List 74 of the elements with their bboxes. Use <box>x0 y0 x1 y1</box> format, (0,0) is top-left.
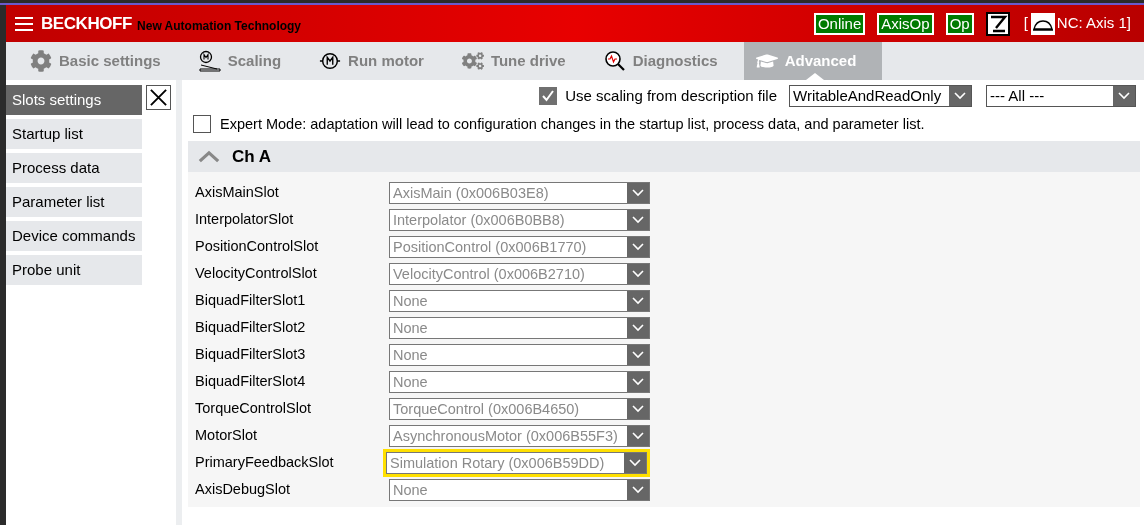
brand-logo: BECKHOFF <box>41 12 133 35</box>
chevron-up-icon[interactable] <box>198 150 220 164</box>
motor-ruler-icon <box>198 50 221 72</box>
tab[interactable]: Tune drive <box>449 42 592 80</box>
slot-label: VelocityControlSlot <box>194 264 318 284</box>
slot-dropdown[interactable]: None <box>389 344 650 367</box>
slot-label: MotorSlot <box>194 426 259 446</box>
chevron-down-icon <box>632 297 644 306</box>
status-indicator: Op <box>945 12 974 35</box>
slot-dropdown[interactable]: Interpolator (0x006B0BB8) <box>389 209 650 232</box>
chevron-down-icon <box>632 405 644 414</box>
slot-dropdown[interactable]: Simulation Rotary (0x006B59DD) <box>386 452 647 475</box>
checkbox[interactable] <box>193 115 211 134</box>
close-button[interactable] <box>146 85 171 110</box>
chevron-down-icon <box>632 324 644 333</box>
tab[interactable]: Advanced <box>743 42 883 80</box>
sidebar-item[interactable]: Startup list <box>6 119 142 149</box>
sidebar-item[interactable]: Device commands <box>6 221 142 251</box>
sidebar-item[interactable]: Parameter list <box>6 187 142 217</box>
status-indicator: Online <box>813 12 866 35</box>
access-dropdown[interactable]: WritableAndReadOnly <box>789 85 972 108</box>
expert-mode-label: Expert Mode: adaptation will lead to configuration changes in the startup list, process data, and parameter list. <box>220 114 925 134</box>
sidebar-item[interactable]: Process data <box>6 153 142 183</box>
tab[interactable]: Run motor <box>307 42 450 80</box>
bracket-text: [ <box>1023 13 1028 34</box>
chevron-down-icon <box>629 459 641 468</box>
chevron-down-icon <box>1118 92 1130 101</box>
slot-label: BiquadFilterSlot4 <box>194 372 307 392</box>
section-header[interactable]: Ch A <box>188 141 1140 173</box>
slot-label: PositionControlSlot <box>194 237 320 257</box>
magnifier-icon <box>603 50 626 72</box>
slot-dropdown[interactable]: VelocityControl (0x006B2710) <box>389 263 650 286</box>
slot-dropdown[interactable]: TorqueControl (0x006B4650) <box>389 398 650 421</box>
brand-tagline: New Automation Technology <box>137 17 302 35</box>
chevron-down-icon <box>632 351 644 360</box>
menu-icon[interactable] <box>15 16 33 31</box>
slot-label: BiquadFilterSlot2 <box>194 318 307 338</box>
gears-icon <box>461 50 484 72</box>
group-dropdown[interactable]: --- All --- <box>986 85 1136 108</box>
slot-dropdown[interactable]: PositionControl (0x006B1770) <box>389 236 650 259</box>
slot-dropdown[interactable]: None <box>389 371 650 394</box>
chevron-down-icon <box>632 270 644 279</box>
chevron-down-icon <box>632 243 644 252</box>
chevron-down-icon <box>632 189 644 198</box>
motor-icon <box>319 50 342 72</box>
slot-label: BiquadFilterSlot3 <box>194 345 307 365</box>
status-indicator: AxisOp <box>877 12 934 35</box>
checkbox[interactable] <box>539 87 558 106</box>
chevron-down-icon <box>632 378 644 387</box>
slot-label: BiquadFilterSlot1 <box>194 291 307 311</box>
tab[interactable]: Basic settings <box>18 42 187 80</box>
slot-dropdown[interactable]: None <box>389 290 650 313</box>
slot-label: PrimaryFeedbackSlot <box>194 453 335 473</box>
scaling-label: Use scaling from description file <box>565 86 777 106</box>
sidebar-item[interactable]: Probe unit <box>6 255 142 285</box>
tab[interactable]: Scaling <box>186 42 308 80</box>
slot-label: TorqueControlSlot <box>194 399 313 419</box>
gear-icon <box>30 50 52 72</box>
slot-dropdown[interactable]: None <box>389 479 650 502</box>
slot-dropdown[interactable]: None <box>389 317 650 340</box>
drive-icon[interactable] <box>985 11 1010 36</box>
chevron-down-icon <box>632 216 644 225</box>
machine-icon <box>1030 12 1055 35</box>
slot-label: AxisMainSlot <box>194 183 280 203</box>
slot-dropdown[interactable]: AxisMain (0x006B03E8) <box>389 182 650 205</box>
slot-dropdown[interactable]: AsynchronousMotor (0x006B55F3) <box>389 425 650 448</box>
chevron-down-icon <box>632 486 644 495</box>
slot-label: InterpolatorSlot <box>194 210 295 230</box>
sidebar-item[interactable]: Slots settings <box>6 85 142 115</box>
chevron-down-icon <box>632 432 644 441</box>
tab[interactable]: Diagnostics <box>591 42 744 80</box>
slot-label: AxisDebugSlot <box>194 480 292 500</box>
chevron-down-icon <box>954 92 966 101</box>
target-label: NC: Axis 1] <box>1056 13 1131 34</box>
